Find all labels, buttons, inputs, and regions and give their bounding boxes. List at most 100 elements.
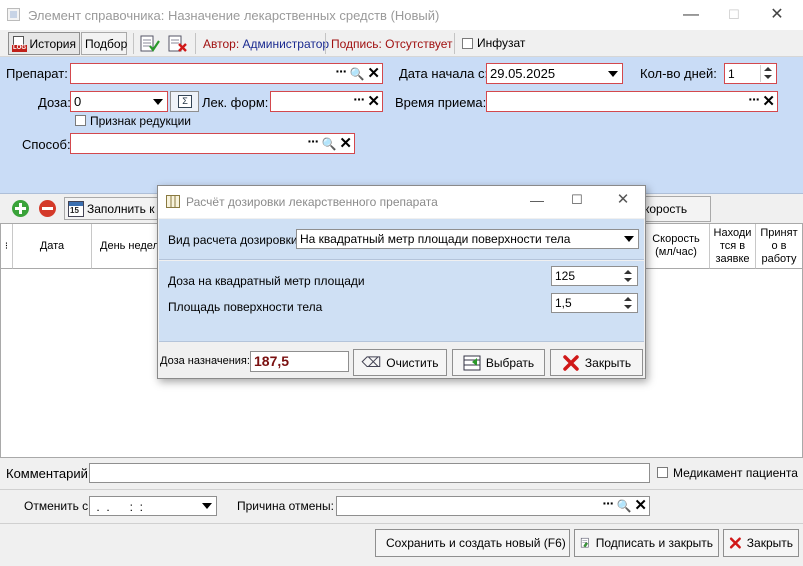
dose-calc-button[interactable]: Σ: [170, 91, 199, 112]
uncheck-list-icon[interactable]: [168, 35, 188, 53]
method-field[interactable]: ··· 🔍 ✕: [70, 133, 355, 154]
dialog-title: Расчёт дозировки лекарственного препарат…: [186, 195, 438, 209]
drug-form-select-button[interactable]: ···: [353, 92, 365, 106]
dose-value: 0: [74, 94, 82, 109]
body-area-label: Площадь поверхности тела: [168, 300, 323, 314]
drug-search-icon[interactable]: 🔍: [349, 67, 364, 81]
dose-dropdown-icon[interactable]: [150, 93, 166, 110]
cancel-from-field[interactable]: . . : :: [89, 496, 217, 516]
author-label: Автор:: [203, 37, 240, 51]
fill-label: Заполнить к: [87, 201, 155, 216]
cancel-from-label: Отменить с:: [24, 499, 92, 513]
drug-form-field[interactable]: ··· ✕: [270, 91, 383, 112]
patient-drug-checkbox[interactable]: [657, 467, 668, 478]
speed-label: корость: [644, 202, 688, 216]
method-clear-icon[interactable]: ✕: [339, 136, 352, 151]
result-field[interactable]: 187,5: [250, 351, 349, 372]
start-date-label: Дата начала с:: [399, 66, 489, 81]
method-select-button[interactable]: ···: [307, 134, 319, 148]
days-spinner[interactable]: 1: [724, 63, 777, 84]
body-area-arrows[interactable]: [621, 295, 636, 311]
cancel-reason-clear-icon[interactable]: ✕: [634, 498, 647, 513]
sign-and-close-button[interactable]: Подписать и закрыть: [574, 529, 719, 557]
dose-field[interactable]: 0: [70, 91, 168, 112]
intake-time-field[interactable]: ··· ✕: [486, 91, 778, 112]
minimize-button[interactable]: —: [676, 4, 706, 26]
dialog-close-action-button[interactable]: Закрыть: [550, 349, 643, 376]
drug-label: Препарат:: [6, 66, 68, 81]
dose-per-sqm-label: Доза на квадратный метр площади: [168, 274, 365, 288]
calendar-icon: 15: [68, 200, 84, 217]
calculator-icon: Σ: [178, 95, 192, 108]
calc-type-select[interactable]: На квадратный метр площади поверхности т…: [296, 229, 639, 249]
body-area-spinner[interactable]: 1,5: [551, 293, 638, 313]
comment-field[interactable]: [89, 463, 650, 483]
column-header-accepted[interactable]: Принят о в работу: [756, 224, 802, 269]
cancel-from-value: . . : :: [93, 500, 144, 514]
drug-form-clear-icon[interactable]: ✕: [367, 94, 380, 109]
dialog-maximize-button[interactable]: ☐: [562, 189, 592, 211]
eraser-icon: ⌫: [361, 354, 382, 370]
close-form-label: Закрыть: [746, 536, 793, 550]
dose-per-sqm-arrows[interactable]: [621, 268, 636, 284]
drug-field[interactable]: ··· 🔍 ✕: [70, 63, 383, 84]
drug-select-button[interactable]: ···: [335, 64, 347, 78]
start-date-dropdown-icon[interactable]: [605, 65, 621, 82]
intake-time-select-button[interactable]: ···: [748, 92, 760, 106]
row-selector-header[interactable]: ⁝: [1, 224, 13, 269]
dialog-minimize-button[interactable]: —: [522, 189, 552, 211]
select-button[interactable]: Выбрать: [452, 349, 545, 376]
select-icon: [463, 355, 481, 370]
toolbar-separator: [325, 33, 326, 54]
start-date-value: 29.05.2025: [490, 66, 556, 81]
calc-type-dropdown-icon[interactable]: [621, 231, 637, 247]
calc-type-panel: Вид расчета дозировки На квадратный метр…: [159, 219, 644, 259]
bottom-panel: Комментарий: Медикамент пациента Отменит…: [0, 458, 803, 566]
patient-drug-label: Медикамент пациента: [673, 466, 798, 480]
reduction-checkbox[interactable]: [75, 115, 86, 126]
cancel-reason-search-icon[interactable]: 🔍: [616, 499, 631, 513]
infusion-checkbox[interactable]: [462, 38, 473, 49]
app-icon: [7, 8, 20, 21]
fill-button[interactable]: 15 Заполнить к: [64, 197, 160, 220]
start-date-field[interactable]: 29.05.2025: [486, 63, 623, 84]
intake-time-clear-icon[interactable]: ✕: [762, 94, 775, 109]
toolbar-separator: [195, 33, 196, 54]
remove-row-icon[interactable]: [39, 200, 56, 217]
sign-icon: [580, 537, 589, 548]
method-search-icon[interactable]: 🔍: [321, 137, 336, 151]
cancel-reason-select-button[interactable]: ···: [602, 496, 614, 510]
column-header-date[interactable]: Дата: [13, 224, 92, 269]
dialog-close-button[interactable]: ✕: [608, 189, 638, 211]
bottom-divider: [0, 489, 803, 490]
dose-per-sqm-spinner[interactable]: 125: [551, 266, 638, 286]
close-icon: [563, 354, 579, 371]
selection-button[interactable]: Подбор: [81, 32, 127, 55]
close-form-button[interactable]: Закрыть: [723, 529, 799, 557]
select-label: Выбрать: [485, 355, 535, 370]
speed-button[interactable]: корость: [640, 196, 711, 222]
save-and-new-button[interactable]: Сохранить и создать новый (F6): [375, 529, 570, 557]
result-label: Доза назначения:: [160, 355, 250, 367]
window-title-bar: Элемент справочника: Назначение лекарств…: [0, 0, 803, 30]
days-spinner-arrows[interactable]: [760, 65, 775, 82]
window-title: Элемент справочника: Назначение лекарств…: [28, 8, 440, 23]
dose-label: Доза:: [38, 95, 71, 110]
maximize-button[interactable]: ☐: [719, 4, 749, 26]
clear-button[interactable]: ⌫ Очистить: [353, 349, 447, 376]
history-button[interactable]: LOG История: [8, 32, 80, 55]
close-window-button[interactable]: ✕: [762, 4, 792, 26]
result-value: 187,5: [254, 353, 290, 369]
drug-clear-icon[interactable]: ✕: [367, 66, 380, 81]
column-header-weekday[interactable]: День недел: [92, 224, 162, 269]
toolbar-separator: [454, 33, 455, 54]
signature-value: Отсутствует: [385, 37, 453, 51]
column-header-speed[interactable]: Скорость (мл/час): [642, 224, 710, 269]
checklist-icon[interactable]: [140, 35, 160, 53]
add-row-icon[interactable]: [12, 200, 29, 217]
cancel-from-dropdown-icon[interactable]: [199, 498, 215, 514]
dialog-title-bar: Расчёт дозировки лекарственного препарат…: [158, 186, 645, 218]
column-header-in-request[interactable]: Находи тся в заявке: [710, 224, 756, 269]
calc-type-value: На квадратный метр площади поверхности т…: [300, 232, 571, 246]
cancel-reason-field[interactable]: ··· 🔍 ✕: [336, 496, 650, 516]
